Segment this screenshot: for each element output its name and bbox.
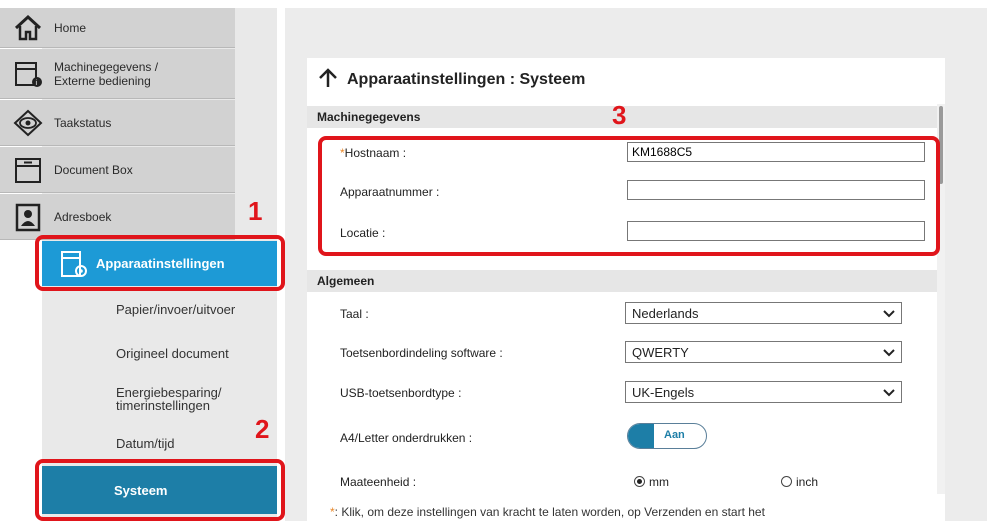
language-select[interactable]: Nederlands (625, 302, 902, 324)
page-title: Apparaatinstellingen : Systeem (347, 71, 586, 88)
select-value: Nederlands (632, 305, 699, 321)
chevron-down-icon (883, 385, 895, 400)
callout-1-box (35, 235, 285, 291)
sidebar-subitem-origineel[interactable]: Origineel document (42, 347, 277, 360)
sidebar-item-home[interactable]: Home (0, 8, 235, 48)
usb-keyboard-label: USB-toetsenbordtype : (340, 386, 462, 400)
toggle-fill (628, 424, 654, 448)
sidebar-subitem-energie[interactable]: Energiebesparing/ timerinstellingen (42, 386, 277, 412)
radio-inch-label: inch (796, 475, 819, 489)
chevron-down-icon (883, 345, 895, 360)
sidebar-item-document-box[interactable]: Document Box (0, 147, 235, 193)
radio-inch[interactable] (781, 476, 792, 487)
callout-number-1: 1 (248, 196, 263, 226)
section-heading-algemeen: Algemeen (307, 270, 937, 292)
addressbook-icon (10, 202, 46, 232)
arrow-up-icon[interactable] (317, 67, 339, 94)
eye-icon (10, 108, 46, 138)
select-value: QWERTY (632, 344, 689, 360)
select-value: UK-Engels (632, 384, 695, 400)
radio-mm[interactable] (634, 476, 645, 487)
label-line-1: Machinegegevens / (54, 59, 159, 74)
callout-2-box (35, 459, 285, 521)
sidebar-item-label: Machinegegevens / Externe bediening (54, 60, 158, 88)
chevron-down-icon (883, 306, 895, 321)
sidebar-subitem-papier[interactable]: Papier/invoer/uitvoer (42, 303, 277, 316)
label-line-2: Externe bediening (54, 73, 151, 88)
language-label: Taal : (340, 307, 369, 321)
sidebar-item-machine-info[interactable]: i Machinegegevens / Externe bediening (0, 49, 235, 99)
callout-number-2: 2 (255, 414, 270, 444)
sidebar-item-adresboek[interactable]: Adresboek (0, 194, 235, 240)
label-line-2: timerinstellingen (116, 398, 210, 413)
sidebar-item-taakstatus[interactable]: Taakstatus (0, 100, 235, 146)
keyboard-layout-label: Toetsenbordindeling software : (340, 346, 503, 360)
sidebar-item-label: Document Box (54, 162, 133, 177)
footnote-text: : Klik, om deze instellingen van kracht … (334, 505, 765, 519)
machine-info-icon: i (10, 59, 46, 89)
footnote: *: Klik, om deze instellingen van kracht… (330, 505, 765, 519)
sidebar-item-label: Adresboek (54, 209, 112, 224)
sidebar-item-label: Taakstatus (54, 115, 112, 130)
panel-header: Apparaatinstellingen : Systeem (317, 64, 585, 96)
keyboard-layout-select[interactable]: QWERTY (625, 341, 902, 363)
document-box-icon (10, 155, 46, 185)
home-icon (10, 13, 46, 43)
callout-number-3: 3 (612, 100, 627, 130)
a4-letter-label: A4/Letter onderdrukken : (340, 431, 473, 445)
radio-mm-label: mm (649, 475, 669, 489)
sidebar-subitem-datum[interactable]: Datum/tijd (42, 437, 277, 450)
toggle-state: Aan (664, 429, 685, 441)
sidebar-item-label: Home (54, 20, 87, 35)
callout-3-box (318, 136, 940, 256)
usb-keyboard-select[interactable]: UK-Engels (625, 381, 902, 403)
a4-letter-toggle[interactable]: Aan (627, 423, 707, 449)
units-label: Maateenheid : (340, 475, 417, 489)
